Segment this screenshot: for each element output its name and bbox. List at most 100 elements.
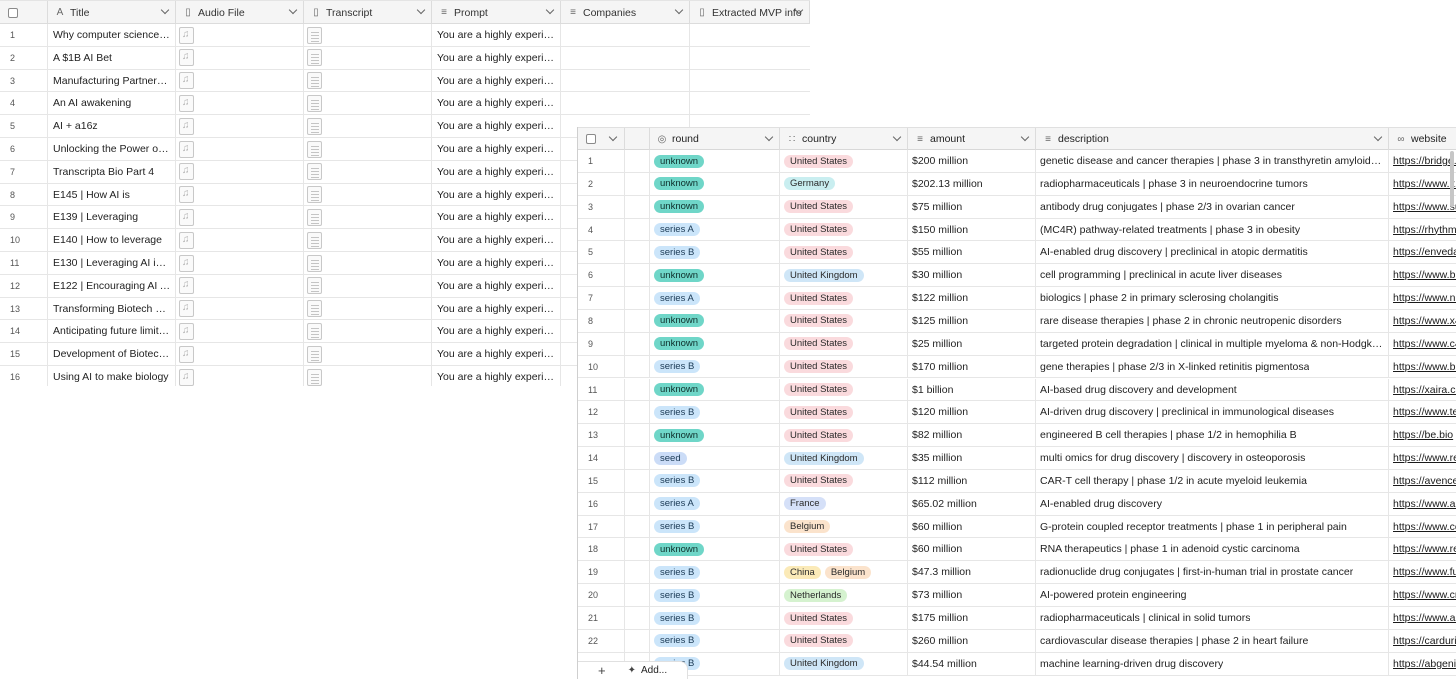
description-cell[interactable]: AI-powered protein engineering	[1036, 584, 1389, 607]
country-cell[interactable]: Netherlands	[780, 584, 908, 607]
amount-cell[interactable]: $125 million	[908, 309, 1036, 332]
audio-file-cell[interactable]	[176, 46, 304, 69]
country-cell[interactable]: Belgium	[780, 515, 908, 538]
website-cell[interactable]: https://www.x4...	[1389, 310, 1456, 332]
table-row[interactable]: 12 series B United States $120 million AI-dr…	[578, 401, 1456, 425]
add-button-label[interactable]: Add...	[641, 665, 667, 676]
website-link[interactable]: https://www.ak...	[1389, 612, 1456, 624]
document-icon[interactable]	[307, 368, 322, 386]
amount-cell[interactable]: $175 million	[908, 607, 1036, 629]
table-row[interactable]: 3 unknown United States $75 million antibody…	[578, 195, 1456, 219]
description-cell[interactable]: AI-driven drug discovery | preclinical i…	[1036, 401, 1389, 424]
audio-file-icon[interactable]	[179, 208, 194, 226]
round-cell[interactable]: unknown	[650, 195, 780, 218]
document-icon[interactable]	[307, 163, 322, 181]
audio-file-icon[interactable]	[179, 300, 194, 318]
document-icon[interactable]	[307, 72, 322, 90]
title-cell[interactable]: E145 | How AI is	[48, 183, 176, 206]
transcript-cell[interactable]	[304, 297, 432, 320]
document-icon[interactable]	[307, 231, 322, 249]
audio-file-icon[interactable]	[179, 26, 194, 44]
website-cell[interactable]: https://www.bi...	[1389, 264, 1456, 286]
round-cell[interactable]: unknown	[650, 538, 780, 561]
prompt-cell[interactable]: You are a highly experien...	[432, 69, 561, 92]
round-cell[interactable]: series A	[650, 287, 780, 310]
document-icon[interactable]	[307, 49, 322, 67]
website-cell[interactable]: https://www.te...	[1389, 401, 1456, 423]
website-cell[interactable]: https://www.cr...	[1389, 584, 1456, 606]
document-icon[interactable]	[307, 117, 322, 135]
table-row[interactable]: 5 series B United States $55 million AI-enab…	[578, 241, 1456, 265]
table-row[interactable]: 16 series A France $65.02 million AI-enabled…	[578, 492, 1456, 516]
description-cell[interactable]: G-protein coupled receptor treatments | …	[1036, 515, 1389, 538]
document-icon[interactable]	[307, 345, 322, 363]
amount-cell[interactable]: $1 billion	[908, 378, 1036, 401]
website-cell[interactable]: https://enveda...	[1389, 241, 1456, 263]
website-cell[interactable]: https://carduri...	[1389, 630, 1456, 652]
amount-cell[interactable]: $200 million	[908, 150, 1036, 172]
document-icon[interactable]	[307, 277, 322, 295]
website-link[interactable]: https://www.a...	[1389, 498, 1456, 510]
country-cell[interactable]: China Belgium	[780, 561, 908, 584]
country-cell[interactable]: United States	[780, 241, 908, 264]
country-cell[interactable]: United States	[780, 607, 908, 629]
round-cell[interactable]: series B	[650, 515, 780, 538]
chevron-down-icon[interactable]	[608, 132, 618, 142]
prompt-cell[interactable]: You are a highly experien...	[432, 183, 561, 206]
prompt-cell[interactable]: You are a highly experien...	[432, 138, 561, 160]
companies-cell[interactable]	[561, 69, 690, 92]
audio-file-cell[interactable]	[176, 206, 304, 229]
chevron-down-icon[interactable]	[288, 5, 298, 15]
title-cell[interactable]: Anticipating future limiters	[48, 320, 176, 343]
amount-cell[interactable]: $75 million	[908, 195, 1036, 218]
audio-file-icon[interactable]	[179, 163, 194, 181]
audio-file-icon[interactable]	[179, 254, 194, 272]
website-cell[interactable]: https://bridge...	[1389, 150, 1456, 172]
description-cell[interactable]: CAR-T cell therapy | phase 1/2 in acute …	[1036, 469, 1389, 492]
title-cell[interactable]: E122 | Encouraging AI Ad...	[48, 274, 176, 297]
table-row[interactable]: 20 series B Netherlands $73 million AI-power…	[578, 584, 1456, 607]
table-row[interactable]: 19 series B China Belgium $47.3 million radio…	[578, 561, 1456, 585]
transcript-cell[interactable]	[304, 92, 432, 115]
round-cell[interactable]: series B	[650, 355, 780, 378]
amount-cell[interactable]: $47.3 million	[908, 561, 1036, 584]
column-header-website[interactable]: ∞ website	[1389, 128, 1456, 150]
description-cell[interactable]: AI-enabled drug discovery | preclinical …	[1036, 241, 1389, 264]
amount-cell[interactable]: $150 million	[908, 218, 1036, 241]
transcript-cell[interactable]	[304, 252, 432, 274]
country-cell[interactable]: Germany	[780, 172, 908, 195]
website-link[interactable]: https://www.cr...	[1389, 589, 1456, 601]
prompt-cell[interactable]: You are a highly experien...	[432, 46, 561, 69]
document-icon[interactable]	[307, 208, 322, 226]
website-link[interactable]: https://www.re...	[1389, 543, 1456, 555]
website-cell[interactable]: https://abgeni...	[1389, 653, 1456, 675]
round-cell[interactable]: series A	[650, 218, 780, 241]
country-cell[interactable]: United States	[780, 150, 908, 172]
round-cell[interactable]: series B	[650, 607, 780, 629]
description-cell[interactable]: biologics | phase 2 in primary sclerosin…	[1036, 287, 1389, 310]
document-icon[interactable]	[307, 94, 322, 112]
amount-cell[interactable]: $73 million	[908, 584, 1036, 607]
round-cell[interactable]: series A	[650, 492, 780, 515]
audio-file-cell[interactable]	[176, 274, 304, 297]
table-row[interactable]: 17 series B Belgium $60 million G-protein co…	[578, 515, 1456, 539]
description-cell[interactable]: multi omics for drug discovery | discove…	[1036, 447, 1389, 470]
document-icon[interactable]	[307, 322, 322, 340]
audio-file-icon[interactable]	[179, 368, 194, 386]
website-link[interactable]: https://www.be...	[1389, 361, 1456, 373]
column-header-mvp[interactable]: ▯ Extracted MVP info	[690, 1, 810, 24]
chevron-down-icon[interactable]	[1373, 132, 1383, 142]
website-link[interactable]: https://www.te...	[1389, 406, 1456, 418]
round-cell[interactable]: seed	[650, 447, 780, 470]
table-row[interactable]: 22 series B United States $260 million cardi…	[578, 629, 1456, 653]
country-cell[interactable]: France	[780, 492, 908, 515]
website-link[interactable]: https://www.x4...	[1389, 315, 1456, 327]
table-row[interactable]: 7 series A United States $122 million biolog…	[578, 287, 1456, 310]
title-cell[interactable]: AI + a16z	[48, 115, 176, 138]
audio-file-cell[interactable]	[176, 115, 304, 138]
mvp-info-cell[interactable]	[690, 24, 810, 46]
table-row[interactable]: 13 unknown United States $82 million enginee…	[578, 424, 1456, 448]
add-row-bar[interactable]: + ✦ Add...	[578, 661, 688, 679]
description-cell[interactable]: cardiovascular disease therapies | phase…	[1036, 629, 1389, 652]
audio-file-cell[interactable]	[176, 229, 304, 252]
